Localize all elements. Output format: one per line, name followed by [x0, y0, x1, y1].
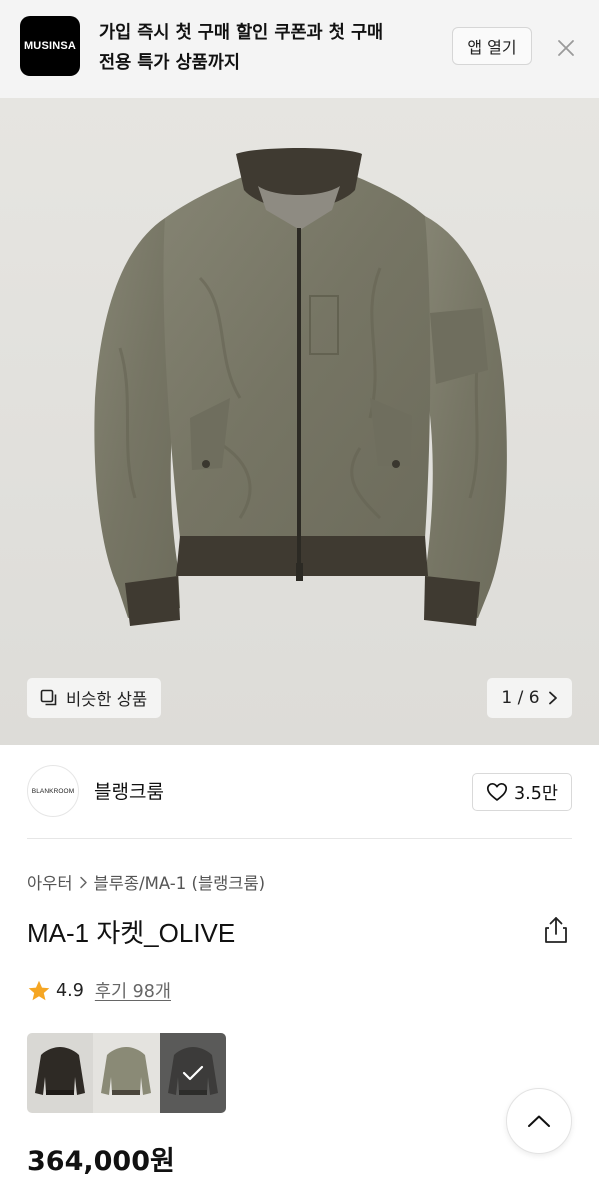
close-icon	[558, 40, 574, 56]
pager-total: 6	[528, 688, 540, 708]
swatch-charcoal-selected[interactable]	[159, 1033, 226, 1113]
similar-products-button[interactable]: 비슷한 상품	[27, 678, 162, 718]
pager-separator: /	[517, 688, 524, 708]
scroll-to-top-button[interactable]	[506, 1088, 572, 1154]
selected-check	[160, 1033, 226, 1113]
section-divider	[27, 838, 572, 839]
product-price: 364,000원	[27, 1146, 175, 1177]
open-app-button[interactable]: 앱 열기	[452, 27, 532, 65]
brand-name-link[interactable]: 블랭크룸	[94, 777, 164, 804]
brand-logo[interactable]: BLANKROOM	[27, 765, 79, 817]
banner-message: 가입 즉시 첫 구매 할인 쿠폰과 첫 구매 전용 특가 상품까지	[99, 18, 439, 78]
breadcrumb-category[interactable]: 아우터	[27, 870, 73, 894]
swatch-black-thumbnail	[35, 1047, 85, 1095]
chevron-right-icon	[79, 876, 87, 888]
like-count: 3.5만	[514, 783, 558, 804]
check-icon	[182, 1065, 203, 1081]
reviews-link[interactable]: 후기 98개	[95, 978, 171, 1003]
star-icon	[28, 980, 50, 1000]
swatch-olive[interactable]	[93, 1033, 160, 1113]
like-button[interactable]: 3.5만	[472, 773, 572, 811]
product-image-gallery[interactable]: 비슷한 상품 1 / 6	[0, 98, 599, 745]
brand-logo-text: BLANKROOM	[31, 787, 75, 795]
chevron-right-icon	[548, 691, 557, 705]
color-swatches	[27, 1033, 226, 1113]
breadcrumb: 아우터 블루종/MA-1 (블랭크룸)	[27, 870, 265, 894]
pager-text: 1 / 6	[501, 688, 539, 708]
swatch-black[interactable]	[27, 1033, 94, 1113]
product-image	[0, 98, 599, 745]
app-download-banner: MUSINSA 가입 즉시 첫 구매 할인 쿠폰과 첫 구매 전용 특가 상품까…	[0, 0, 599, 98]
musinsa-logo-text: MUSINSA	[23, 40, 77, 52]
close-banner-button[interactable]	[552, 34, 580, 62]
banner-message-line-1: 가입 즉시 첫 구매 할인 쿠폰과 첫 구매	[99, 23, 384, 43]
product-title: MA-1 자켓_OLIVE	[27, 918, 236, 948]
share-icon	[545, 917, 567, 943]
pager-current: 1	[501, 688, 513, 708]
copy-icon	[40, 689, 57, 706]
chevron-up-icon	[528, 1115, 550, 1127]
rating-row: 4.9 후기 98개	[27, 978, 171, 1003]
brand-row: BLANKROOM 블랭크룸 3.5만	[0, 745, 599, 839]
heart-outline-icon	[486, 782, 508, 801]
breadcrumb-subcategory[interactable]: 블루종/MA-1 (블랭크룸)	[94, 870, 266, 894]
image-pager[interactable]: 1 / 6	[487, 678, 572, 718]
musinsa-logo: MUSINSA	[20, 16, 80, 76]
rating-value: 4.9	[56, 980, 84, 1001]
share-button[interactable]	[541, 914, 571, 946]
swatch-olive-thumbnail	[101, 1047, 152, 1095]
similar-products-label: 비슷한 상품	[66, 690, 148, 709]
banner-message-line-2: 전용 특가 상품까지	[99, 53, 240, 73]
